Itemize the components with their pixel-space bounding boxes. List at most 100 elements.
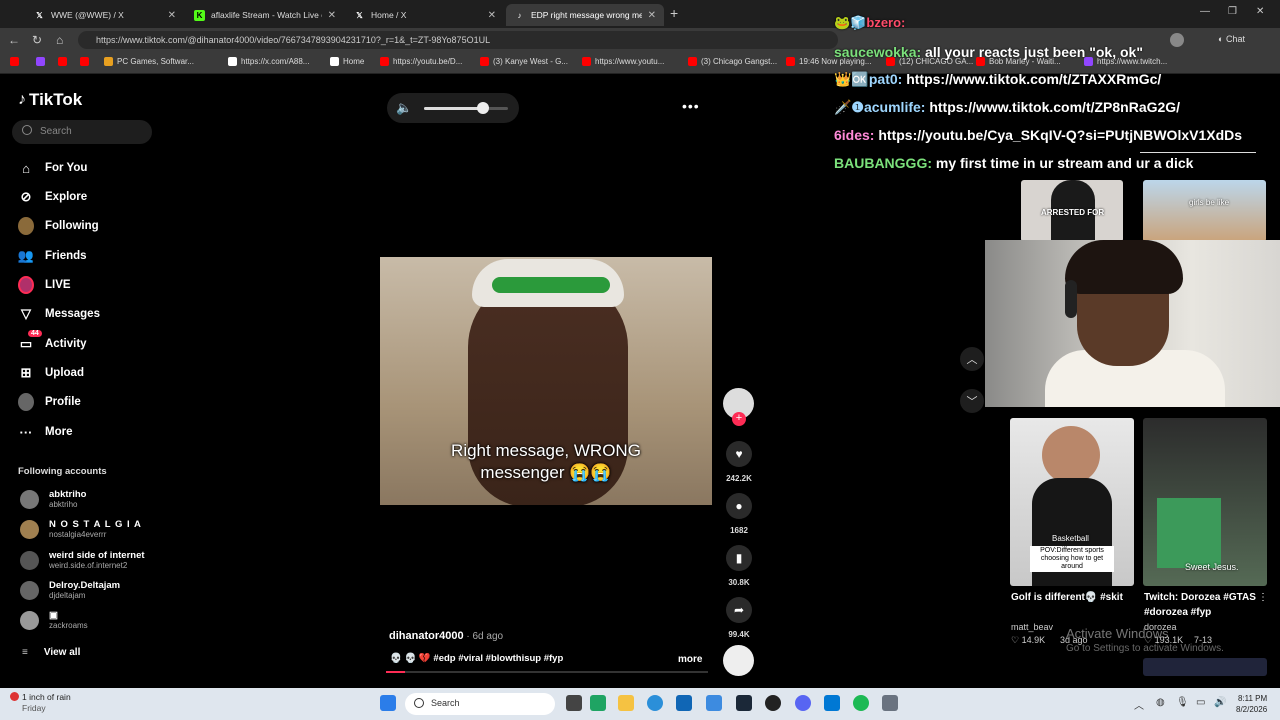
close-tab-icon[interactable]: ✕: [168, 10, 176, 21]
nav-for-you[interactable]: ⌂ For You: [18, 160, 87, 176]
volume-icon[interactable]: 🔊: [1214, 697, 1226, 708]
bookmark-item[interactable]: [10, 57, 23, 66]
task-view-icon[interactable]: [566, 695, 582, 711]
nav-more[interactable]: ··· More: [18, 424, 73, 440]
mail-icon[interactable]: [706, 695, 722, 711]
settings-icon[interactable]: [882, 695, 898, 711]
account-item[interactable]: Delroy.Deltajam djdeltajam: [20, 581, 120, 600]
start-icon[interactable]: [380, 695, 396, 711]
suggested-thumb[interactable]: girls be like: [1143, 180, 1266, 242]
chat-message: my first time in ur stream and ur a dick: [932, 155, 1194, 171]
next-video-button[interactable]: ﹀: [960, 389, 984, 413]
network-icon[interactable]: ▭: [1196, 697, 1205, 708]
bookmark-item[interactable]: Home: [330, 57, 364, 66]
sound-disc-icon[interactable]: [723, 645, 754, 676]
system-clock[interactable]: 8:11 PM 8/2/2026: [1236, 693, 1267, 715]
video-author[interactable]: dihanator4000 · 6d ago: [389, 630, 503, 642]
share-icon[interactable]: ➦: [726, 597, 752, 623]
follow-plus-icon[interactable]: +: [732, 412, 746, 426]
nav-label: LIVE: [45, 279, 71, 291]
spotify-icon[interactable]: [853, 695, 869, 711]
bookmark-item[interactable]: https://www.youtu...: [582, 57, 664, 66]
comment-icon[interactable]: ●: [726, 493, 752, 519]
microphone-icon[interactable]: 🎙: [1176, 697, 1189, 708]
nav-friends[interactable]: 👥 Friends: [18, 248, 87, 264]
bookmark-icon[interactable]: ▮: [726, 545, 752, 571]
tiktok-note-icon: ♪: [18, 91, 26, 108]
weather-widget[interactable]: 1 inch of rain Friday: [10, 692, 71, 714]
previous-video-button[interactable]: ︿: [960, 347, 984, 371]
home-icon[interactable]: ⌂: [56, 33, 63, 47]
volume-knob[interactable]: [476, 102, 489, 114]
bookmark-label: (3) Kanye West - G...: [493, 57, 568, 66]
more-link[interactable]: more: [678, 654, 702, 665]
new-tab-button[interactable]: +: [670, 5, 678, 21]
tab-kick-stream[interactable]: K aflaxlife Stream - Watch Live on Kick …: [186, 4, 344, 26]
taskbar-search[interactable]: Search: [405, 693, 555, 715]
tiktok-logo-text: TikTok: [29, 90, 83, 109]
tiktok-logo[interactable]: ♪ TikTok: [18, 90, 82, 110]
reload-icon[interactable]: ↻: [32, 33, 42, 47]
photos-icon[interactable]: [824, 695, 840, 711]
steam-icon[interactable]: [736, 695, 752, 711]
card-more-icon[interactable]: ⋮: [1258, 592, 1268, 603]
view-all-link[interactable]: ≡ View all: [22, 647, 80, 658]
edge-icon[interactable]: [647, 695, 663, 711]
video-hashtags[interactable]: 💀 💀 💔 #edp #viral #blowthisup #fyp: [390, 653, 563, 664]
nav-upload[interactable]: ⊞ Upload: [18, 365, 84, 381]
store-icon[interactable]: [676, 695, 692, 711]
tab-x-home[interactable]: 𝕏 Home / X ✕: [346, 4, 504, 26]
nav-live[interactable]: LIVE: [18, 276, 71, 294]
account-item[interactable]: N O S T A L G I Anostalgia4everrr: [20, 520, 142, 539]
video-player[interactable]: Right message, WRONG messenger 😭😭: [380, 257, 712, 505]
tab-tiktok-active[interactable]: ♪ EDP right message wrong messenger ✕: [506, 4, 664, 26]
suggested-video-card[interactable]: Basketball POV:Different sports choosing…: [1010, 418, 1134, 586]
bookmark-item[interactable]: (3) Chicago Gangst...: [688, 57, 777, 66]
speaker-icon[interactable]: 🔈: [396, 100, 412, 116]
bookmark-favicon-icon: [786, 57, 795, 66]
suggested-thumb[interactable]: ARRESTED FOR: [1021, 180, 1123, 242]
nav-activity[interactable]: ▭ 44 Activity: [18, 330, 87, 352]
tab-wwe[interactable]: 𝕏 WWE (@WWE) / X ✕: [26, 4, 184, 26]
bookmark-item[interactable]: https://x.com/A88...: [228, 57, 309, 66]
nav-following[interactable]: Following: [18, 217, 99, 235]
back-icon[interactable]: ←: [8, 33, 20, 47]
video-capband: [492, 277, 610, 293]
close-tab-icon[interactable]: ✕: [328, 10, 336, 21]
suggested-thumb[interactable]: [1143, 658, 1267, 676]
search-input[interactable]: Search: [12, 120, 152, 144]
nav-explore[interactable]: ⊘ Explore: [18, 189, 88, 205]
url-field[interactable]: https://www.tiktok.com/@dihanator4000/vi…: [78, 31, 838, 49]
video-progress-bar[interactable]: [386, 671, 708, 673]
volume-slider[interactable]: [424, 102, 508, 114]
nav-profile[interactable]: Profile: [18, 393, 81, 411]
card-title[interactable]: Twitch: Dorozea #GTAS #dorozea #fyp: [1144, 590, 1258, 620]
bookmark-item[interactable]: PC Games, Softwar...: [104, 57, 194, 66]
bookmark-item[interactable]: [80, 57, 93, 66]
security-icon[interactable]: ◍: [1156, 697, 1165, 708]
card-author[interactable]: matt_beav: [1011, 622, 1053, 632]
bookmark-item[interactable]: [58, 57, 71, 66]
bookmark-item[interactable]: https://youtu.be/D...: [380, 57, 462, 66]
bookmark-item[interactable]: (3) Kanye West - G...: [480, 57, 568, 66]
discord-icon[interactable]: [795, 695, 811, 711]
account-item[interactable]: weird side of internet weird.side.of.inte…: [20, 551, 145, 570]
file-explorer-icon[interactable]: [618, 695, 634, 711]
card-title[interactable]: Golf is different💀 #skit: [1011, 590, 1123, 605]
account-item[interactable]: ▣ zackroams: [20, 611, 88, 630]
chevron-up-icon[interactable]: ︿: [1134, 697, 1144, 712]
bookmark-favicon-icon: [228, 57, 237, 66]
like-icon[interactable]: ♥: [726, 441, 752, 467]
volume-control[interactable]: 🔈: [387, 93, 519, 123]
avatar: [20, 581, 39, 600]
close-tab-icon[interactable]: ✕: [648, 10, 656, 21]
bookmark-item[interactable]: [36, 57, 49, 66]
nav-label: Explore: [45, 191, 88, 203]
chrome-icon[interactable]: [765, 695, 781, 711]
app-icon[interactable]: [590, 695, 606, 711]
close-tab-icon[interactable]: ✕: [488, 10, 496, 21]
suggested-video-card[interactable]: Sweet Jesus.: [1143, 418, 1267, 586]
more-options-icon[interactable]: •••: [682, 98, 700, 114]
nav-messages[interactable]: ▽ Messages: [18, 306, 100, 322]
account-item[interactable]: abktriho abktriho: [20, 490, 86, 509]
